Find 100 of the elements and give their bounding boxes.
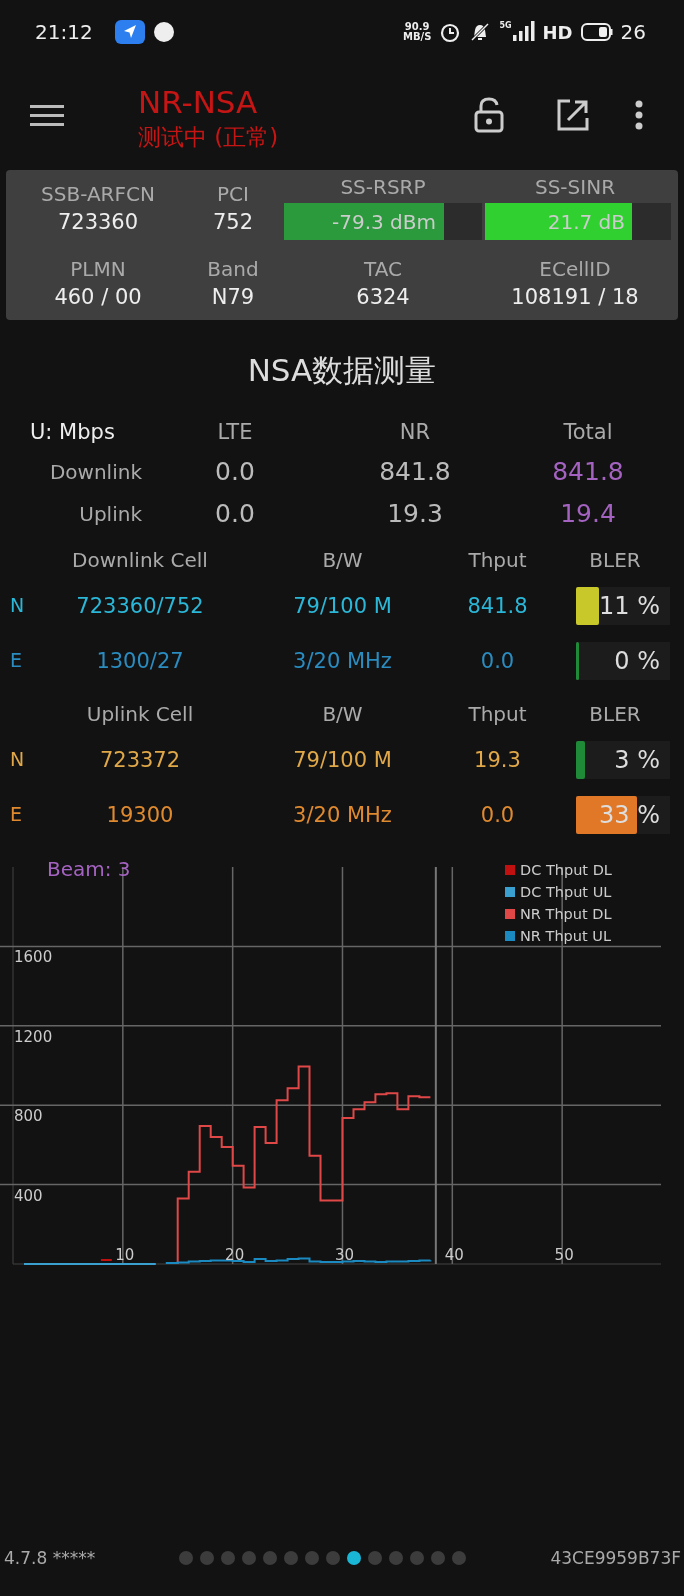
column-header: BLER <box>588 547 642 574</box>
y-tick-label: 1200 <box>14 1027 53 1046</box>
x-tick-label: 10 <box>115 1246 135 1264</box>
meter-value: 21.7 dB <box>547 209 626 234</box>
network-speed: 90.9 MB/S <box>402 22 432 42</box>
column-header: LTE <box>216 419 254 446</box>
page-indicator-dot[interactable] <box>347 1551 362 1565</box>
rat-label: E <box>9 802 23 827</box>
column-header: Downlink Cell <box>71 547 209 574</box>
external-link-icon[interactable] <box>556 98 590 132</box>
bler-value: 0 % <box>614 646 661 675</box>
info-label: TAC <box>364 256 402 281</box>
page-indicator-dot[interactable] <box>284 1551 299 1565</box>
x-tick-label: 40 <box>444 1246 464 1264</box>
table-cell-text: 79/100 M <box>292 747 393 772</box>
column-header: NR <box>398 419 432 446</box>
x-tick-label: 30 <box>334 1246 355 1264</box>
y-tick-label: 1600 <box>14 948 53 967</box>
bell-muted-icon <box>469 21 492 43</box>
version-label: 4.7.8 ***** <box>4 1548 96 1568</box>
table-cell-text: 841.8 <box>466 593 529 618</box>
info-label: PCI <box>217 181 249 206</box>
page-indicator-dot[interactable] <box>305 1551 320 1565</box>
table-cell-text: 19.3 <box>473 747 522 772</box>
info-label: ECellID <box>539 256 611 281</box>
column-header: Uplink Cell <box>85 701 195 728</box>
legend-label: NR Thput DL <box>520 906 612 922</box>
info-value: 723360 <box>57 209 139 234</box>
navigation-app-icon <box>114 20 145 44</box>
y-tick-label: 400 <box>14 1186 43 1205</box>
status-time: 21:12 <box>35 20 93 44</box>
page-indicator-dot[interactable] <box>221 1551 236 1565</box>
column-header: Total <box>562 419 614 446</box>
info-label: SS-SINR <box>534 175 616 199</box>
section-title: NSA数据测量 <box>246 351 438 390</box>
legend-label: DC Thput DL <box>520 862 612 878</box>
app-title: NR-NSA <box>138 83 259 121</box>
network-type: 5G <box>499 21 512 30</box>
info-value: 6324 <box>356 284 410 309</box>
column-header: Thput <box>467 547 528 574</box>
info-label: Band <box>207 256 259 281</box>
column-header: BLER <box>588 701 642 728</box>
unlocked-padlock-icon[interactable] <box>474 97 504 133</box>
table-cell-text: 79/100 M <box>292 593 393 618</box>
rat-label: N <box>9 747 26 772</box>
alarm-icon <box>439 21 462 43</box>
beam-label: Beam: 3 <box>47 857 131 881</box>
page-indicator-dot[interactable] <box>431 1551 446 1565</box>
table-cell-text: 3/20 MHz <box>292 648 393 673</box>
device-id: 43CE9959B73F <box>550 1548 681 1568</box>
signal-icon <box>512 21 535 43</box>
table-cell-text: 841.8 <box>378 456 452 488</box>
column-header: Thput <box>467 701 528 728</box>
info-label: SS-RSRP <box>340 175 426 199</box>
table-cell-text: 0.0 <box>479 648 516 673</box>
page-indicator-dot[interactable] <box>389 1551 404 1565</box>
table-cell-text: 1300/27 <box>95 648 185 673</box>
page-indicator-dot[interactable] <box>326 1551 341 1565</box>
series-line <box>99 1259 113 1261</box>
column-header: U: Mbps <box>29 419 116 446</box>
row-label: Uplink <box>78 501 143 528</box>
menu-button[interactable] <box>30 103 64 127</box>
info-label: PLMN <box>70 256 126 281</box>
hd-indicator: HD <box>542 21 573 43</box>
page-indicator-dot[interactable] <box>263 1551 278 1565</box>
bler-value: 11 % <box>599 591 661 620</box>
info-value: 460 / 00 <box>54 284 142 309</box>
table-cell-text: 723360/752 <box>75 593 205 618</box>
more-options-icon[interactable] <box>634 100 644 130</box>
info-value: 108191 / 18 <box>511 284 639 309</box>
table-cell-text: 723372 <box>98 747 182 772</box>
row-label: Downlink <box>48 459 143 486</box>
legend-label: DC Thput UL <box>520 884 612 900</box>
legend-label: NR Thput UL <box>520 928 611 944</box>
battery-icon <box>580 23 613 41</box>
page-indicator-dot[interactable] <box>200 1551 215 1565</box>
x-tick-label: 20 <box>225 1246 245 1264</box>
page-indicator-dot[interactable] <box>368 1551 383 1565</box>
table-cell-text: 19.4 <box>559 498 617 530</box>
column-header: B/W <box>321 547 364 574</box>
battery-level: 26 <box>620 20 646 44</box>
info-value: 752 <box>212 209 254 234</box>
y-tick-label: 800 <box>14 1107 43 1126</box>
x-tick-label: 50 <box>554 1246 574 1264</box>
bler-value: 3 % <box>614 745 661 774</box>
info-label: SSB-ARFCN <box>41 181 155 206</box>
status-subtitle: 测试中 (正常) <box>138 123 279 152</box>
chat-bubble-icon <box>152 21 175 43</box>
table-cell-text: 0.0 <box>214 498 256 530</box>
page-indicator-dot[interactable] <box>242 1551 257 1565</box>
table-cell-text: 19300 <box>105 802 175 827</box>
table-cell-text: 3/20 MHz <box>292 802 393 827</box>
rat-label: E <box>9 648 23 673</box>
table-cell-text: 0.0 <box>479 802 516 827</box>
page-indicator-dot[interactable] <box>410 1551 425 1565</box>
table-cell-text: 841.8 <box>551 456 625 488</box>
table-cell-text: 19.3 <box>386 498 444 530</box>
page-indicator-dot[interactable] <box>452 1551 467 1565</box>
bler-value: 33 % <box>599 800 661 829</box>
page-indicator-dot[interactable] <box>179 1551 194 1565</box>
